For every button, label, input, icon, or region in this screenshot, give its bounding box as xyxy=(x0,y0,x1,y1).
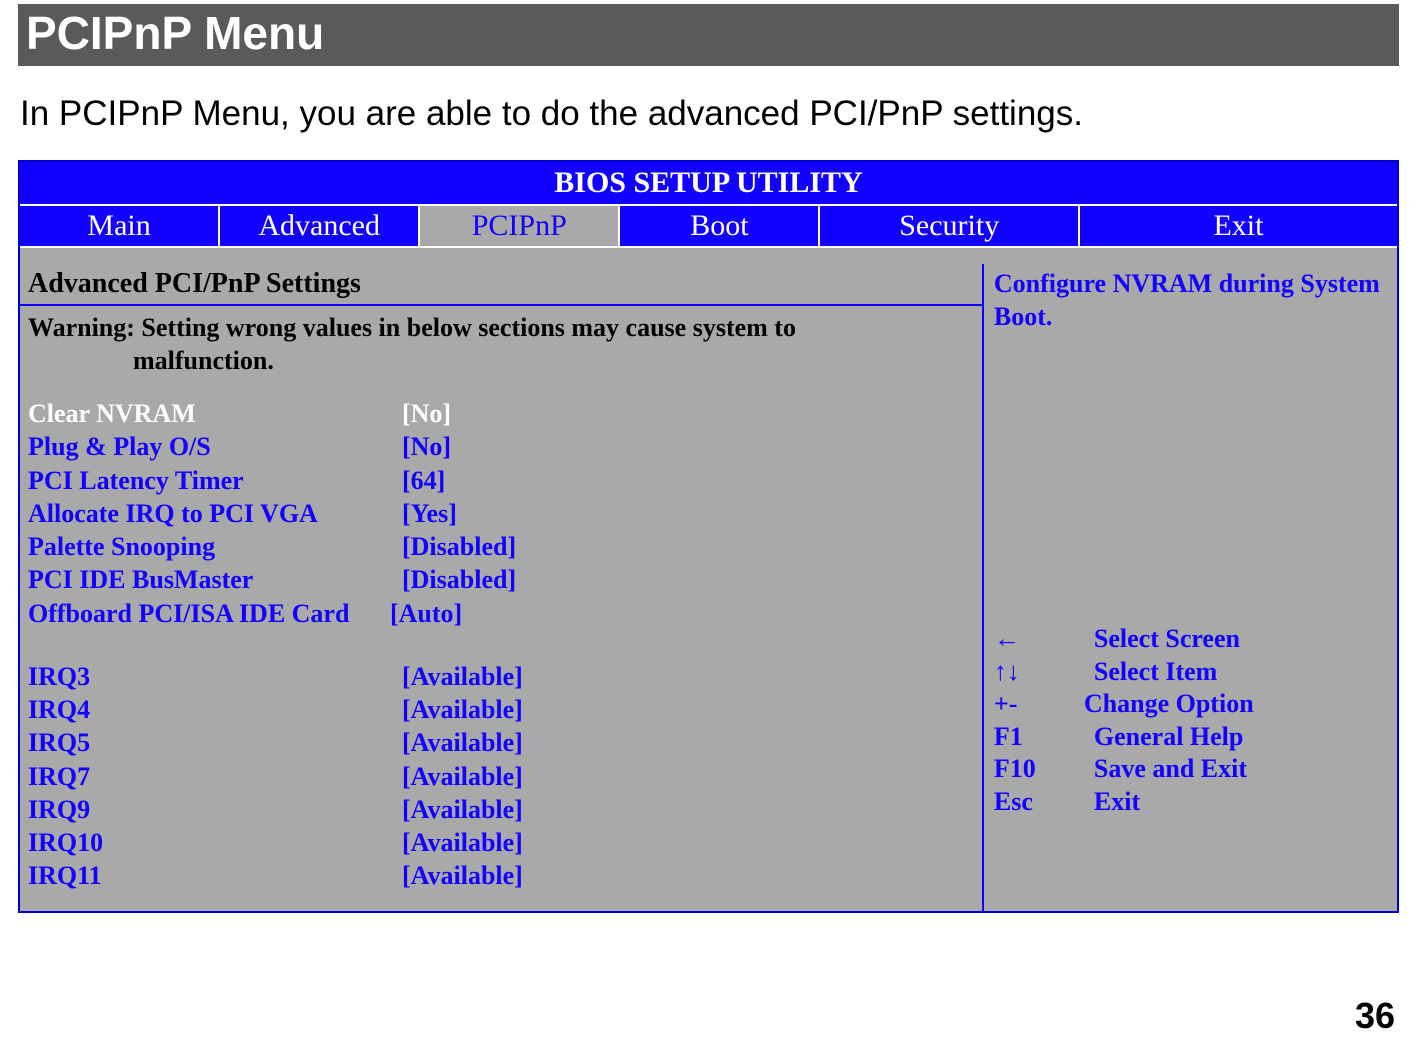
blank-row xyxy=(28,630,974,660)
tab-advanced[interactable]: Advanced xyxy=(218,206,418,246)
key-symbol: ← xyxy=(994,623,1094,656)
key-symbol: F1 xyxy=(994,721,1094,754)
setting-value: [Available] xyxy=(402,726,974,759)
key-action: Change Option xyxy=(1084,688,1387,721)
page-number: 36 xyxy=(1355,995,1395,1037)
setting-label: IRQ11 xyxy=(28,859,402,892)
setting-label: Palette Snooping xyxy=(28,530,402,563)
key-symbol: ↑↓ xyxy=(994,656,1094,689)
setting-irq10[interactable]: IRQ10 [Available] xyxy=(28,826,974,859)
setting-label: IRQ5 xyxy=(28,726,402,759)
setting-label: IRQ10 xyxy=(28,826,402,859)
setting-label: PCI IDE BusMaster xyxy=(28,563,402,596)
tab-exit[interactable]: Exit xyxy=(1078,206,1397,246)
key-action: Select Item xyxy=(1094,656,1387,689)
setting-label: IRQ7 xyxy=(28,760,402,793)
setting-value: [Disabled] xyxy=(402,530,974,563)
setting-value: [Available] xyxy=(402,826,974,859)
setting-irq11[interactable]: IRQ11 [Available] xyxy=(28,859,974,892)
tab-pcipnp[interactable]: PCIPnP xyxy=(418,206,618,246)
key-symbol: Esc xyxy=(994,786,1094,819)
key-hint-select-screen: ← Select Screen xyxy=(994,623,1387,656)
setting-irq3[interactable]: IRQ3 [Available] xyxy=(28,660,974,693)
setting-value: [Disabled] xyxy=(402,563,974,596)
setting-pci-latency-timer[interactable]: PCI Latency Timer [64] xyxy=(28,464,974,497)
setting-label: Allocate IRQ to PCI VGA xyxy=(28,497,402,530)
setting-label: Offboard PCI/ISA IDE Card xyxy=(28,597,402,630)
key-hint-exit: Esc Exit xyxy=(994,786,1387,819)
section-heading: PCIPnP Menu xyxy=(18,4,1399,66)
key-action: Save and Exit xyxy=(1094,753,1387,786)
setting-label: IRQ4 xyxy=(28,693,402,726)
setting-value: [Available] xyxy=(402,693,974,726)
help-pane: Configure NVRAM during System Boot. ← Se… xyxy=(984,264,1397,911)
setting-value: [Available] xyxy=(402,859,974,892)
key-hint-change-option: +- Change Option xyxy=(994,688,1387,721)
setting-plug-and-play[interactable]: Plug & Play O/S [No] xyxy=(28,430,974,463)
setting-value: [Yes] xyxy=(402,497,974,530)
setting-label: Clear NVRAM xyxy=(28,397,402,430)
warning-text: Warning: Setting wrong values in below s… xyxy=(20,306,982,377)
setting-value: [Available] xyxy=(402,660,974,693)
key-hint-general-help: F1 General Help xyxy=(994,721,1387,754)
setting-label: IRQ3 xyxy=(28,660,402,693)
key-action: Select Screen xyxy=(1094,623,1387,656)
item-help-text: Configure NVRAM during System Boot. xyxy=(994,268,1387,333)
key-hint-select-item: ↑↓ Select Item xyxy=(994,656,1387,689)
setting-value: [No] xyxy=(402,397,974,430)
warning-line-1: Warning: Setting wrong values in below s… xyxy=(28,312,974,345)
intro-text: In PCIPnP Menu, you are able to do the a… xyxy=(20,94,1397,134)
setting-label: Plug & Play O/S xyxy=(28,430,402,463)
setting-irq9[interactable]: IRQ9 [Available] xyxy=(28,793,974,826)
key-symbol: F10 xyxy=(994,753,1094,786)
setting-value: [Auto] xyxy=(390,597,974,630)
setting-value: [64] xyxy=(402,464,974,497)
setting-palette-snooping[interactable]: Palette Snooping [Disabled] xyxy=(28,530,974,563)
tab-main[interactable]: Main xyxy=(20,206,218,246)
panel-heading: Advanced PCI/PnP Settings xyxy=(20,264,982,306)
setting-label: IRQ9 xyxy=(28,793,402,826)
setting-value: [Available] xyxy=(402,793,974,826)
warning-line-2: malfunction. xyxy=(28,345,974,378)
tab-security[interactable]: Security xyxy=(818,206,1078,246)
key-hint-save-exit: F10 Save and Exit xyxy=(994,753,1387,786)
key-action: Exit xyxy=(1094,786,1387,819)
key-symbol: +- xyxy=(994,688,1094,721)
setting-irq5[interactable]: IRQ5 [Available] xyxy=(28,726,974,759)
tab-boot[interactable]: Boot xyxy=(618,206,818,246)
setting-clear-nvram[interactable]: Clear NVRAM [No] xyxy=(28,397,974,430)
setting-irq7[interactable]: IRQ7 [Available] xyxy=(28,760,974,793)
setting-irq4[interactable]: IRQ4 [Available] xyxy=(28,693,974,726)
setting-offboard-pci-isa[interactable]: Offboard PCI/ISA IDE Card [Auto] xyxy=(28,597,974,630)
setting-allocate-irq[interactable]: Allocate IRQ to PCI VGA [Yes] xyxy=(28,497,974,530)
bios-title: BIOS SETUP UTILITY xyxy=(20,162,1397,206)
settings-pane: Advanced PCI/PnP Settings Warning: Setti… xyxy=(20,264,984,911)
bios-setup-window: BIOS SETUP UTILITY Main Advanced PCIPnP … xyxy=(18,160,1399,913)
key-action: General Help xyxy=(1094,721,1387,754)
setting-pci-ide-busmaster[interactable]: PCI IDE BusMaster [Disabled] xyxy=(28,563,974,596)
bios-tab-row: Main Advanced PCIPnP Boot Security Exit xyxy=(20,206,1397,246)
setting-value: [No] xyxy=(402,430,974,463)
setting-value: [Available] xyxy=(402,760,974,793)
setting-label: PCI Latency Timer xyxy=(28,464,402,497)
divider-bar xyxy=(20,246,1397,264)
